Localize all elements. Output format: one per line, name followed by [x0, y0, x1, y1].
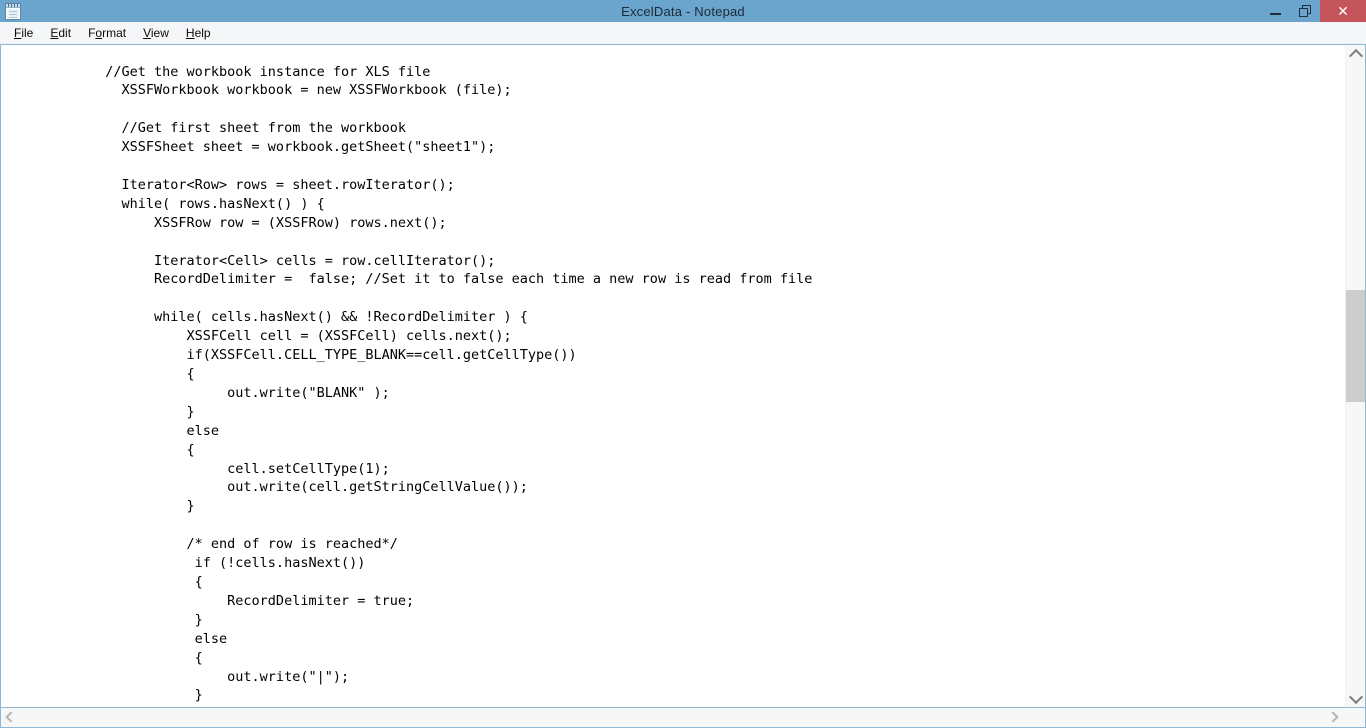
scrollbar-corner	[1345, 708, 1365, 726]
close-button[interactable]: ✕	[1320, 0, 1366, 22]
menu-item-view[interactable]: View	[135, 24, 178, 42]
menu-rest-file: ile	[21, 25, 34, 40]
chevron-right-icon	[1327, 711, 1339, 723]
menu-item-file[interactable]: File	[6, 24, 42, 42]
notepad-icon-spiral	[6, 4, 20, 8]
menu-rest-format: rmat	[102, 25, 127, 40]
editor-text[interactable]: //Get the workbook instance for XLS file…	[89, 63, 812, 706]
menu-accel-view: V	[143, 25, 151, 40]
window-controls: ✕	[1260, 0, 1366, 22]
title-bar[interactable]: ExcelData - Notepad ✕	[0, 0, 1366, 22]
menu-bar: File Edit Format View Help	[0, 22, 1366, 44]
vertical-scrollbar[interactable]	[1345, 45, 1365, 707]
chevron-down-icon	[1348, 689, 1364, 704]
scroll-right-button[interactable]	[1325, 708, 1343, 726]
menu-rest-view: iew	[150, 25, 169, 40]
chevron-left-icon	[5, 711, 17, 723]
chevron-up-icon	[1348, 48, 1364, 63]
minimize-button[interactable]	[1260, 0, 1290, 22]
notepad-icon-page	[7, 9, 19, 18]
menu-item-help[interactable]: Help	[178, 24, 220, 42]
menu-accel-help: H	[185, 25, 195, 40]
menu-rest-edit: dit	[58, 25, 72, 40]
window-title: ExcelData - Notepad	[621, 3, 745, 19]
editor-area: //Get the workbook instance for XLS file…	[0, 44, 1366, 708]
minimize-icon	[1269, 12, 1281, 15]
restore-button[interactable]	[1290, 0, 1320, 22]
vertical-scroll-thumb[interactable]	[1346, 290, 1365, 402]
menu-item-format[interactable]: Format	[80, 24, 135, 42]
menu-rest-help: elp	[194, 25, 211, 40]
close-icon: ✕	[1337, 3, 1349, 19]
menu-item-edit[interactable]: Edit	[42, 24, 80, 42]
scroll-down-button[interactable]	[1346, 689, 1365, 707]
horizontal-scrollbar[interactable]	[0, 708, 1366, 728]
scroll-left-button[interactable]	[1, 708, 19, 726]
scroll-up-button[interactable]	[1346, 45, 1365, 63]
notepad-icon[interactable]	[5, 3, 21, 20]
text-region[interactable]: //Get the workbook instance for XLS file…	[1, 45, 1345, 707]
notepad-window: ExcelData - Notepad ✕ File Edit Format V…	[0, 0, 1366, 728]
restore-icon	[1298, 4, 1312, 18]
